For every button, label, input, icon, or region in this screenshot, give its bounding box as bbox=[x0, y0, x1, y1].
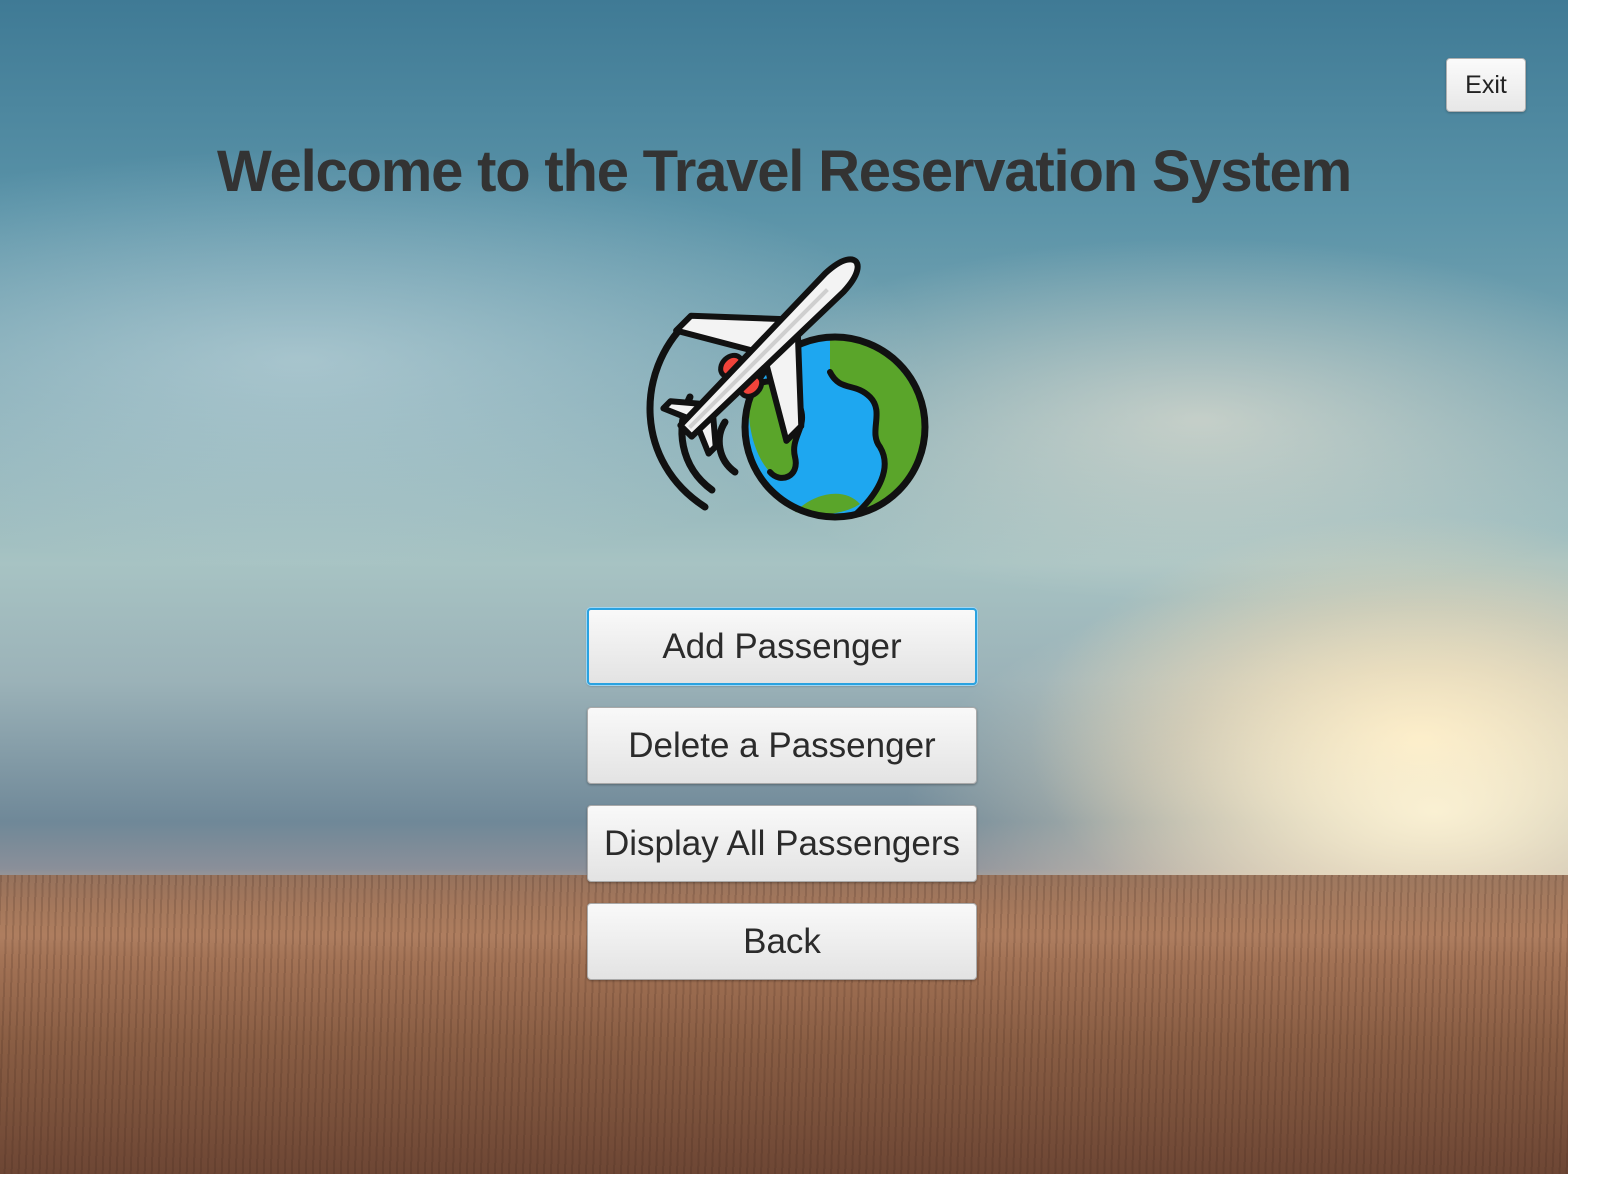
app-window: Exit Welcome to the Travel Reservation S… bbox=[0, 0, 1568, 1174]
delete-passenger-button[interactable]: Delete a Passenger bbox=[587, 707, 977, 784]
exit-button[interactable]: Exit bbox=[1446, 58, 1526, 112]
display-all-passengers-button[interactable]: Display All Passengers bbox=[587, 805, 977, 882]
airplane-globe-icon bbox=[646, 256, 929, 521]
back-button[interactable]: Back bbox=[587, 903, 977, 980]
add-passenger-button[interactable]: Add Passenger bbox=[587, 608, 977, 685]
page-title: Welcome to the Travel Reservation System bbox=[217, 139, 1352, 204]
background-sky-glow bbox=[900, 560, 1568, 920]
